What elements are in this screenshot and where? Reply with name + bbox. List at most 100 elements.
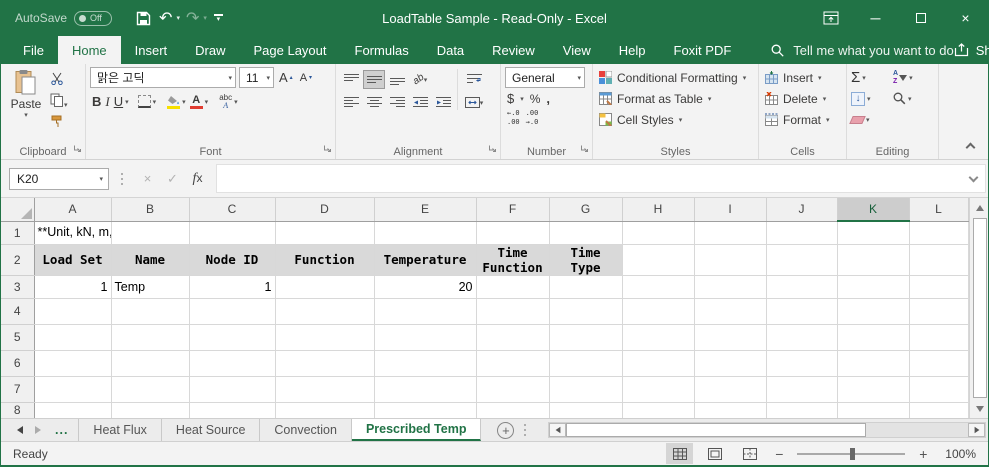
row-header-2[interactable]: 2	[1, 244, 35, 276]
row-header-1[interactable]: 1	[1, 221, 35, 245]
sort-filter-button[interactable]: A Z ▾	[893, 67, 935, 88]
undo-button[interactable]: ↶	[155, 5, 176, 31]
maximize-button[interactable]	[898, 0, 943, 36]
cell-H4[interactable]	[622, 298, 695, 325]
cell-F7[interactable]	[476, 376, 550, 403]
borders-dropdown[interactable]: ▾	[153, 98, 157, 106]
cell-D8[interactable]	[275, 402, 375, 418]
conditional-formatting-button[interactable]: Conditional Formatting ▾	[597, 67, 755, 88]
new-sheet-button[interactable]: +	[497, 421, 515, 439]
merge-center-dropdown[interactable]: ▾	[480, 99, 484, 107]
cell-J2[interactable]	[766, 244, 838, 276]
horizontal-scrollbar[interactable]	[548, 422, 986, 438]
expand-formula-bar-icon[interactable]	[968, 172, 979, 182]
cell-J7[interactable]	[766, 376, 838, 403]
cell-L7[interactable]	[909, 376, 969, 403]
cell-H7[interactable]	[622, 376, 695, 403]
page-break-preview-button[interactable]	[736, 443, 763, 464]
cell-I6[interactable]	[694, 350, 767, 377]
increase-indent-button[interactable]	[432, 93, 454, 112]
accounting-dropdown[interactable]: ▾	[520, 95, 524, 103]
enter-button[interactable]: ✓	[160, 171, 185, 187]
cell-G6[interactable]	[549, 350, 623, 377]
cell-F2[interactable]: Time Function	[475, 243, 550, 276]
save-button[interactable]	[132, 5, 155, 31]
horizontal-scroll-thumb[interactable]	[566, 423, 867, 437]
cell-K5[interactable]	[837, 324, 910, 351]
ribbon-tab-help[interactable]: Help	[605, 36, 660, 64]
zoom-out-button[interactable]: −	[771, 446, 787, 462]
insert-cells-button[interactable]: Insert ▾	[763, 67, 843, 88]
cell-A6[interactable]	[34, 350, 112, 377]
row-header-7[interactable]: 7	[1, 376, 35, 403]
cell-J5[interactable]	[766, 324, 838, 351]
borders-button[interactable]: ▾	[136, 92, 159, 111]
cell-B6[interactable]	[111, 350, 190, 377]
autosum-dropdown[interactable]: ▾	[862, 74, 866, 82]
number-format-dropdown[interactable]: ▾	[577, 74, 581, 82]
cell-F8[interactable]	[476, 402, 550, 418]
ribbon-tab-review[interactable]: Review	[478, 36, 549, 64]
font-size-select[interactable]: 11 ▾	[239, 67, 274, 88]
vertical-scroll-thumb[interactable]	[973, 218, 987, 398]
cell-K7[interactable]	[837, 376, 910, 403]
ribbon-tab-formulas[interactable]: Formulas	[341, 36, 423, 64]
cell-K1[interactable]	[837, 221, 910, 245]
cell-D3[interactable]	[275, 275, 375, 299]
cell-D5[interactable]	[275, 324, 375, 351]
cell-K8[interactable]	[837, 402, 910, 418]
cell-C4[interactable]	[189, 298, 276, 325]
cell-G2[interactable]: Time Type	[548, 243, 623, 276]
cell-C7[interactable]	[189, 376, 276, 403]
cell-F1[interactable]	[476, 221, 550, 245]
close-button[interactable]: ×	[943, 0, 988, 36]
select-all-corner[interactable]	[1, 198, 35, 222]
cut-button[interactable]	[50, 72, 68, 88]
clear-button[interactable]: ▾	[849, 109, 893, 130]
collapse-ribbon-button[interactable]	[965, 142, 976, 153]
cell-H8[interactable]	[622, 402, 695, 418]
cell-B4[interactable]	[111, 298, 190, 325]
cell-J1[interactable]	[766, 221, 838, 245]
cell-F3[interactable]	[476, 275, 550, 299]
ribbon-tab-insert[interactable]: Insert	[121, 36, 182, 64]
cell-E8[interactable]	[374, 402, 477, 418]
cell-L1[interactable]	[909, 221, 969, 245]
sort-filter-dropdown[interactable]: ▾	[909, 74, 913, 82]
copy-button[interactable]: ▾	[50, 93, 68, 110]
zoom-in-button[interactable]: +	[915, 446, 931, 462]
cell-J8[interactable]	[766, 402, 838, 418]
autosum-button[interactable]: Σ ▾	[851, 67, 893, 88]
ribbon-tab-view[interactable]: View	[549, 36, 605, 64]
autosave-switch[interactable]: Off	[74, 10, 113, 26]
underline-button[interactable]: U	[112, 92, 125, 111]
increase-decimal-button[interactable]: ←.0 .00	[507, 109, 520, 127]
cell-D2[interactable]: Function	[274, 243, 375, 276]
cell-F6[interactable]	[476, 350, 550, 377]
zoom-slider-thumb[interactable]	[850, 447, 856, 460]
align-right-button[interactable]	[386, 93, 408, 112]
normal-view-button[interactable]	[666, 443, 694, 464]
column-header-J[interactable]: J	[766, 198, 838, 222]
cell-D7[interactable]	[275, 376, 375, 403]
conditional-formatting-dropdown[interactable]: ▾	[743, 74, 747, 82]
cell-I7[interactable]	[694, 376, 767, 403]
cell-styles-button[interactable]: Cell Styles ▾	[597, 109, 755, 130]
bold-button[interactable]: B	[90, 92, 103, 111]
decrease-font-size-button[interactable]: A ▾	[298, 68, 314, 87]
cell-K3[interactable]	[837, 275, 910, 299]
increase-font-size-button[interactable]: A ▴	[277, 68, 295, 87]
cell-H5[interactable]	[622, 324, 695, 351]
cell-K4[interactable]	[837, 298, 910, 325]
cell-D1[interactable]	[275, 221, 375, 245]
cell-F4[interactable]	[476, 298, 550, 325]
font-name-dropdown[interactable]: ▾	[228, 74, 232, 82]
scroll-left-button[interactable]	[549, 423, 567, 437]
cell-I1[interactable]	[694, 221, 767, 245]
format-as-table-dropdown[interactable]: ▾	[708, 95, 712, 103]
cell-E1[interactable]	[374, 221, 477, 245]
column-header-G[interactable]: G	[549, 198, 623, 222]
cell-E7[interactable]	[374, 376, 477, 403]
underline-dropdown[interactable]: ▾	[125, 98, 129, 106]
sheet-tab-prescribed-temp[interactable]: Prescribed Temp	[351, 419, 482, 441]
